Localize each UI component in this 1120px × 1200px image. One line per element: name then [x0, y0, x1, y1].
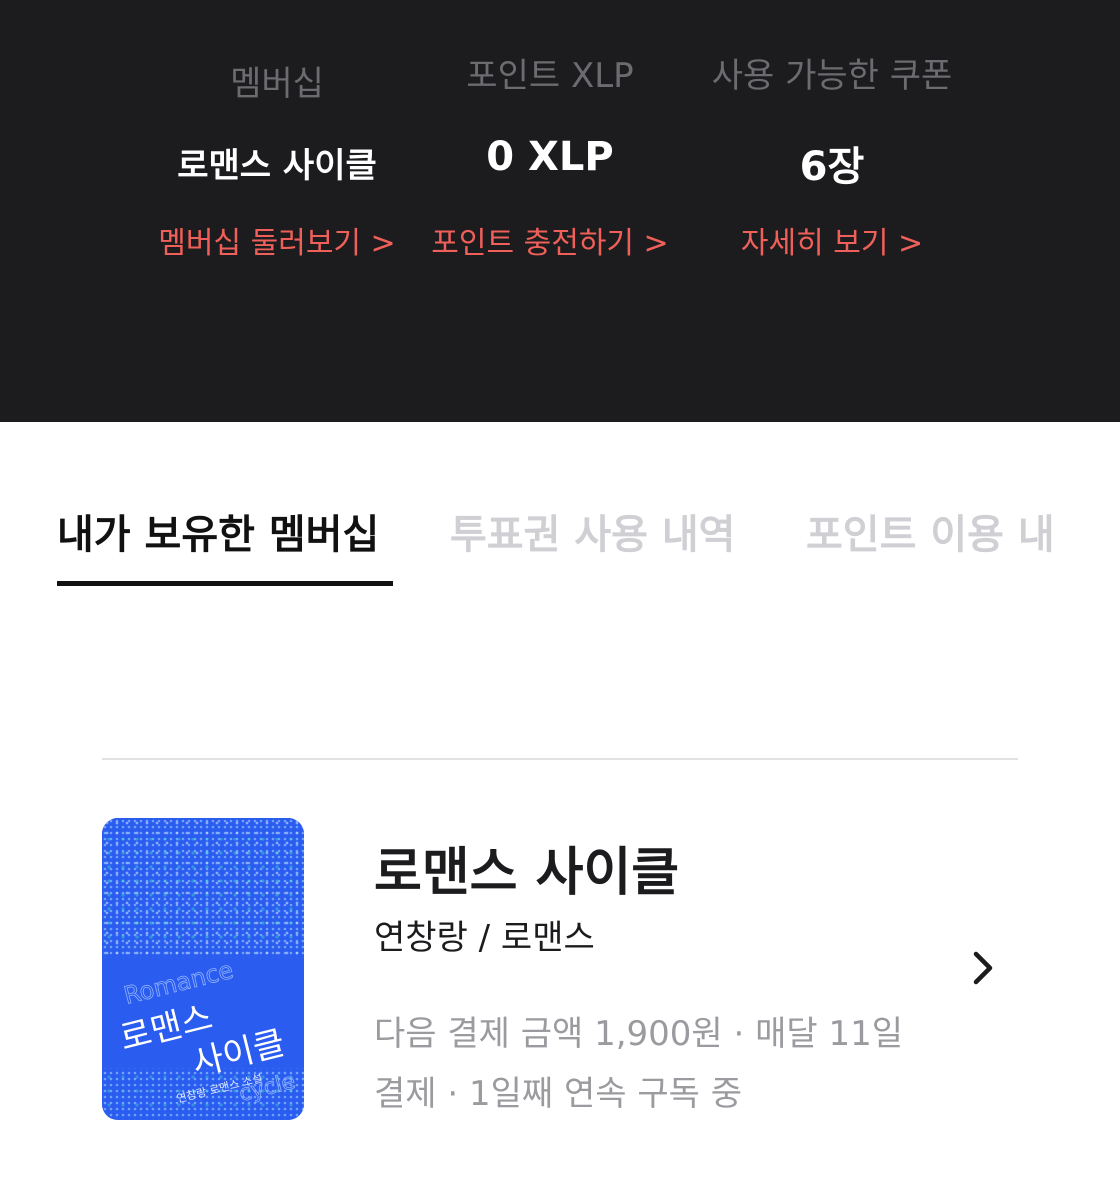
- points-stat-value: 0 XLP: [486, 134, 614, 180]
- payment-info-line1: 다음 결제 금액 1,900원 · 매달 11일: [374, 1014, 904, 1054]
- membership-title: 로맨스 사이클: [374, 843, 680, 903]
- tab-bar: 내가 보유한 멤버십 투표권 사용 내역 포인트 이용 내: [0, 422, 1120, 602]
- membership-card[interactable]: Romance 로맨스 사이클 cycle 연창랑 로맨스 소설 로맨스 사이클…: [102, 818, 1018, 1128]
- chevron-right-icon[interactable]: [964, 946, 1004, 990]
- payment-info: 다음 결제 금액 1,900원 · 매달 11일 결제 · 1일째 연속 구독 …: [374, 1004, 954, 1124]
- tab-my-memberships[interactable]: 내가 보유한 멤버십: [57, 502, 379, 560]
- active-tab-indicator: [57, 581, 393, 586]
- membership-stat-label: 멤버십: [230, 64, 324, 104]
- section-divider: [102, 758, 1018, 760]
- browse-membership-link[interactable]: 멤버십 둘러보기 >: [127, 218, 427, 262]
- membership-subtitle: 연창랑 / 로맨스: [374, 918, 595, 958]
- points-stat-label: 포인트 XLP: [466, 56, 634, 96]
- membership-summary-header: 멤버십 로맨스 사이클 멤버십 둘러보기 > 포인트 XLP 0 XLP 포인트…: [0, 0, 1120, 422]
- tab-vote-history[interactable]: 투표권 사용 내역: [450, 502, 735, 560]
- book-cover-image: Romance 로맨스 사이클 cycle 연창랑 로맨스 소설: [102, 818, 304, 1120]
- coupon-stat-label: 사용 가능한 쿠폰: [711, 56, 953, 96]
- coupon-details-link[interactable]: 자세히 보기 >: [682, 218, 982, 262]
- coupon-stat-value: 6장: [799, 144, 865, 190]
- membership-stat-value: 로맨스 사이클: [177, 146, 377, 186]
- tab-point-history[interactable]: 포인트 이용 내: [806, 502, 1055, 560]
- payment-info-line2: 결제 · 1일째 연속 구독 중: [374, 1074, 742, 1114]
- charge-points-link[interactable]: 포인트 충전하기 >: [400, 218, 700, 262]
